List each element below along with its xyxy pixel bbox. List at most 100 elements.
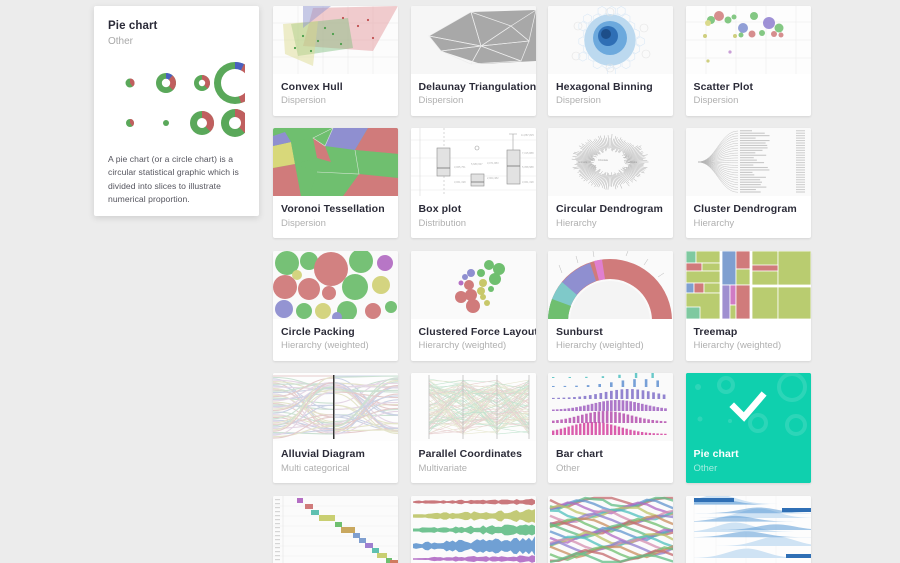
chart-card-alluvial-diagram[interactable]: Alluvial Diagram Multi categorical [273, 373, 398, 484]
chart-card-box-plot[interactable]: 3,065,751 5,680,937 3,071,883 2,904,382 7,… [410, 128, 536, 239]
thumbnail-voronoi [273, 128, 398, 197]
chart-card-sunburst[interactable]: Sunburst Hierarchy (weighted) [548, 250, 673, 361]
chart-card-circle-packing[interactable]: Circle Packing Hierarchy (weighted) [273, 250, 398, 361]
thumbnail-circle-packing [273, 250, 398, 319]
card-title: Box plot [418, 203, 462, 216]
card-category: Dispersion [281, 95, 326, 107]
card-label: Voronoi Tessellation Dispersion [273, 196, 398, 238]
card-title: Scatter Plot [693, 81, 754, 93]
card-label: Circular Dendrogram Hierarchy [548, 196, 673, 238]
chart-card-area-graph[interactable]: Area graph Time series [410, 495, 536, 563]
svg-text:5,358,588: 5,358,588 [522, 165, 534, 169]
card-title: Parallel Coordinates [418, 448, 523, 461]
svg-text:3,065,751: 3,065,751 [454, 165, 466, 169]
card-category: Hierarchy (weighted) [693, 340, 782, 352]
thumbnail-boxplot: 3,065,751 5,680,937 3,071,883 2,904,382 7,… [410, 128, 536, 197]
thumbnail-hexbin [548, 6, 673, 74]
card-category: Dispersion [418, 95, 464, 107]
card-category: Hierarchy (weighted) [281, 340, 369, 352]
chart-card-bar-chart[interactable]: Bar chart Other [548, 373, 673, 484]
svg-text:Mammalia: Mammalia [626, 161, 638, 164]
svg-text:Chordata: Chordata [598, 159, 609, 162]
card-title: Clustered Force Layout [418, 325, 536, 338]
card-category: Hierarchy [693, 217, 735, 229]
chart-detail-popover: Pie chart Other A pie chart (or a circle… [94, 6, 259, 216]
card-label: Circle Packing Hierarchy (weighted) [273, 319, 398, 361]
card-category: Dispersion [556, 95, 601, 107]
chart-card-gantt-chart[interactable]: Gantt Chart Time chunks [273, 495, 398, 563]
donut-chart-cluster-preview-icon [125, 61, 256, 137]
card-category: Dispersion [281, 217, 326, 229]
card-category: Hierarchy (weighted) [556, 340, 644, 352]
card-category: Other [556, 462, 580, 474]
gallery-row: Convex Hull Dispersion Delaunay Triangul… [273, 6, 893, 116]
chart-card-delaunay-triangulation[interactable]: Delaunay Triangulation Dispersion [410, 6, 536, 116]
card-label: Treemap Hierarchy (weighted) [686, 319, 811, 361]
thumbnail-parallel-coords [410, 373, 536, 442]
card-label: Bar chart Other [548, 441, 673, 483]
card-title: Hexagonal Binning [556, 81, 653, 93]
chart-card-cluster-dendrogram[interactable]: Cluster Dendrogram Hierarchy [685, 128, 811, 239]
chart-card-bump-chart[interactable]: Bump Chart Time series [548, 495, 673, 563]
chart-card-circular-dendrogram[interactable]: Animalia Chordata Mammalia Circular Dendro… [548, 128, 673, 239]
card-title: Alluvial Diagram [281, 448, 365, 461]
card-category: Dispersion [693, 95, 739, 107]
thumbnail-scatter [685, 6, 811, 74]
card-title: Treemap [693, 325, 738, 338]
card-title: Delaunay Triangulation [418, 81, 536, 93]
gallery-row: Voronoi Tessellation Dispersion 3,065,75… [273, 128, 893, 239]
card-category: Multivariate [418, 462, 468, 474]
chart-type-gallery: Convex Hull Dispersion Delaunay Triangul… [273, 6, 893, 563]
thumbnail-treemap [685, 250, 811, 319]
card-title: Cluster Dendrogram [693, 203, 797, 216]
chart-card-convex-hull[interactable]: Convex Hull Dispersion [273, 6, 398, 116]
gallery-row: Alluvial Diagram Multi categorical Paral… [273, 373, 893, 484]
card-label: Convex Hull Dispersion [273, 74, 398, 116]
thumbnail-alluvial [273, 373, 398, 442]
card-label: Pie chart Other [685, 441, 811, 484]
svg-text:5,680,937: 5,680,937 [471, 162, 483, 166]
card-category: Distribution [418, 217, 467, 229]
thumbnail-delaunay [410, 6, 536, 74]
card-label: Alluvial Diagram Multi categorical [273, 441, 398, 483]
thumbnail-bar-chart [548, 373, 673, 442]
card-category: Multi categorical [281, 462, 350, 474]
chart-card-pie-chart-selected[interactable]: Pie chart Other [685, 373, 811, 484]
chart-card-hexagonal-binning[interactable]: Hexagonal Binning Dispersion [548, 6, 673, 116]
card-label: Box plot Distribution [411, 196, 536, 238]
popover-title: Pie chart [108, 20, 158, 32]
card-category: Other [693, 462, 718, 474]
svg-text:2,904,382: 2,904,382 [487, 176, 499, 180]
thumbnail-area-graph [410, 495, 536, 563]
card-label: Clustered Force Layout Hierarchy (weight… [411, 319, 536, 361]
chart-card-clustered-force-layout[interactable]: Clustered Force Layout Hierarchy (weight… [410, 250, 536, 361]
gallery-row: Circle Packing Hierarchy (weighted) Clus… [273, 250, 893, 361]
thumbnail-cluster-dendrogram [685, 128, 811, 197]
chart-card-horizon-graph[interactable]: Horizon graph Time series [685, 495, 811, 563]
popover-description: A pie chart (or a circle chart) is a cir… [108, 154, 239, 204]
card-label: Cluster Dendrogram Hierarchy [686, 196, 811, 238]
svg-text:11,887,825: 11,887,825 [521, 133, 534, 137]
chart-card-treemap[interactable]: Treemap Hierarchy (weighted) [685, 250, 811, 361]
card-label: Hexagonal Binning Dispersion [548, 74, 673, 116]
svg-text:3,061,198: 3,061,198 [522, 180, 534, 184]
chart-card-voronoi-tessellation[interactable]: Voronoi Tessellation Dispersion [273, 128, 398, 239]
card-title: Voronoi Tessellation [281, 203, 385, 216]
gallery-row: Gantt Chart Time chunks Area graph Time … [273, 495, 893, 563]
thumbnail-horizon-graph [685, 495, 811, 563]
thumbnail-sunburst [548, 250, 673, 319]
card-title: Pie chart [693, 448, 739, 461]
card-category: Hierarchy (weighted) [418, 340, 507, 352]
card-title: Bar chart [556, 448, 604, 461]
svg-text:3,061,198: 3,061,198 [454, 180, 466, 184]
popover-preview [108, 61, 256, 143]
card-title: Circular Dendrogram [556, 203, 663, 216]
chart-card-parallel-coordinates[interactable]: Parallel Coordinates Multivariate [410, 373, 536, 484]
chart-card-scatter-plot[interactable]: Scatter Plot Dispersion [685, 6, 811, 116]
thumbnail-force-layout [410, 250, 536, 319]
thumbnail-bump-chart [548, 495, 673, 563]
card-label: Sunburst Hierarchy (weighted) [548, 319, 673, 361]
card-title: Sunburst [556, 325, 603, 338]
card-label: Parallel Coordinates Multivariate [411, 441, 536, 483]
card-label: Scatter Plot Dispersion [686, 74, 811, 116]
